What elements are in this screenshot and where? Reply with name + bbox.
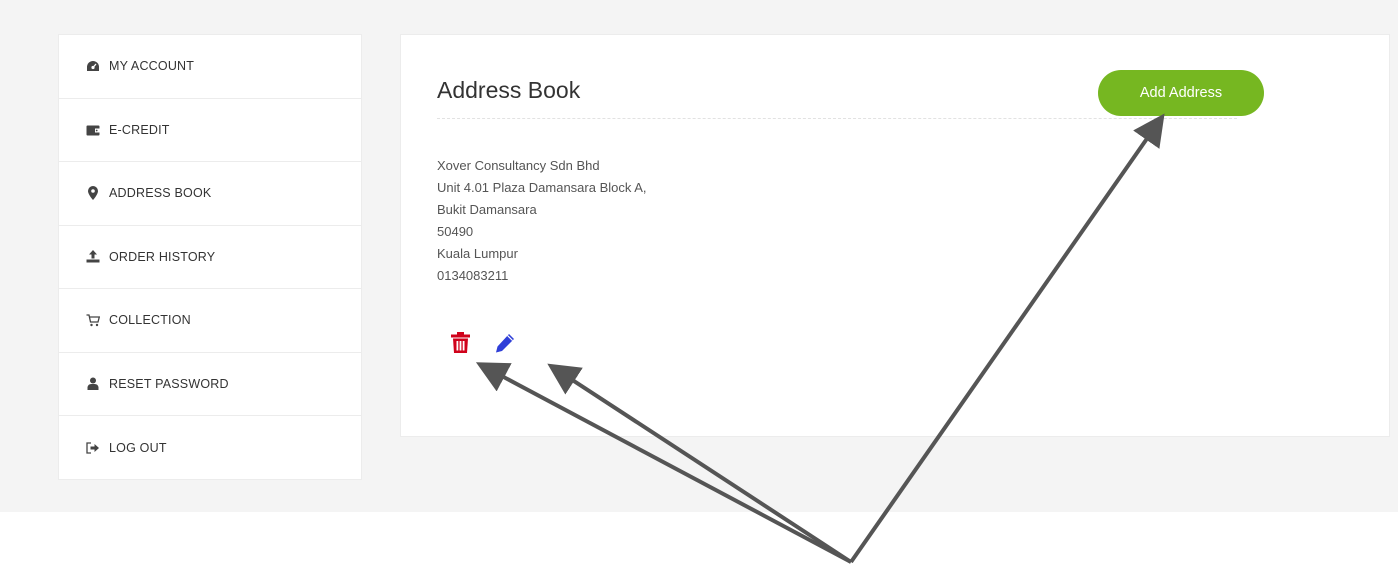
sidebar-item-label: LOG OUT [109, 440, 167, 455]
address-postcode: 50490 [437, 224, 474, 239]
user-icon [84, 377, 102, 391]
sidebar-item-label: ORDER HISTORY [109, 249, 216, 264]
wallet-icon [84, 123, 102, 137]
address-city: Kuala Lumpur [437, 246, 518, 261]
title-divider [437, 118, 1237, 119]
sidebar-item-my-account[interactable]: MY ACCOUNT [59, 35, 361, 99]
sidebar-item-label: COLLECTION [109, 313, 191, 328]
sidebar-item-label: MY ACCOUNT [109, 59, 195, 74]
sidebar-item-e-credit[interactable]: E-CREDIT [59, 99, 361, 162]
cart-icon [84, 313, 102, 327]
map-marker-icon [84, 186, 102, 201]
address-book-panel: Address Book Add Address Xover Consultan… [400, 34, 1390, 437]
pencil-icon[interactable] [495, 333, 515, 353]
account-sidebar: MY ACCOUNT E-CREDIT ADDRESS BOOK ORDER H… [58, 34, 362, 480]
sidebar-item-collection[interactable]: COLLECTION [59, 289, 361, 353]
address-phone: 0134083211 [437, 268, 509, 283]
sidebar-item-address-book[interactable]: ADDRESS BOOK [59, 162, 361, 226]
sidebar-item-label: E-CREDIT [109, 122, 170, 137]
sidebar-item-order-history[interactable]: ORDER HISTORY [59, 226, 361, 289]
address-card: Xover Consultancy Sdn Bhd Unit 4.01 Plaz… [437, 155, 647, 287]
sidebar-item-label: RESET PASSWORD [109, 376, 229, 391]
sidebar-item-reset-password[interactable]: RESET PASSWORD [59, 353, 361, 416]
address-line: Xover Consultancy Sdn Bhd [437, 158, 600, 173]
address-line: Bukit Damansara [437, 202, 537, 217]
address-actions [451, 332, 515, 353]
sidebar-item-log-out[interactable]: LOG OUT [59, 416, 361, 480]
trash-icon[interactable] [451, 332, 470, 353]
sidebar-item-label: ADDRESS BOOK [109, 186, 212, 201]
sign-out-icon [84, 441, 102, 455]
page-title: Address Book [437, 77, 581, 103]
upload-icon [84, 250, 102, 264]
address-line: Unit 4.01 Plaza Damansara Block A, [437, 180, 647, 195]
dashboard-icon [84, 59, 102, 73]
add-address-button[interactable]: Add Address [1098, 70, 1264, 116]
